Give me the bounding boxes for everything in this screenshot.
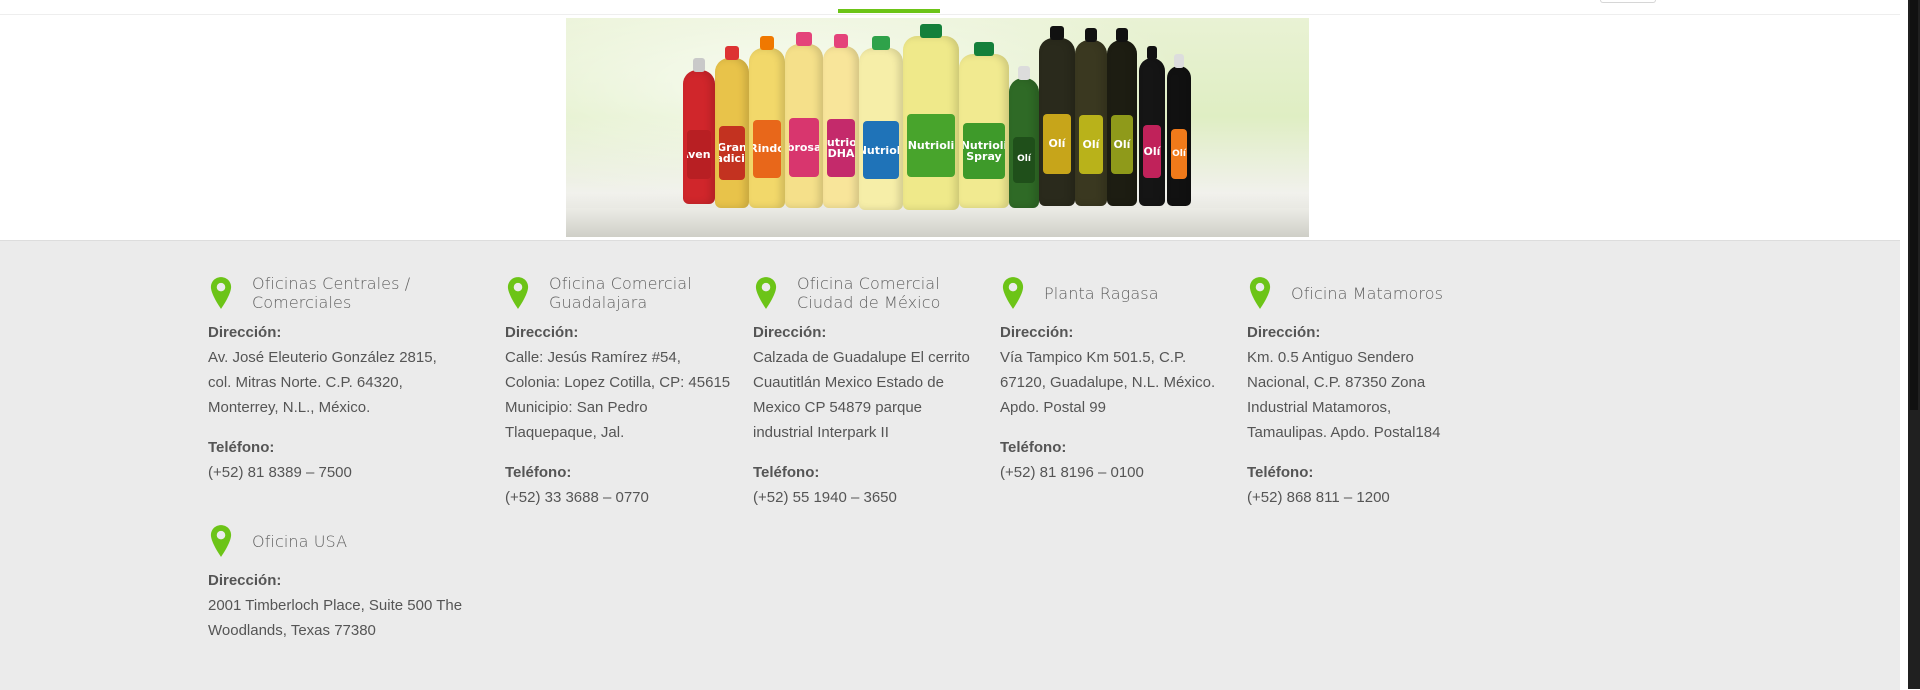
hero-shelf bbox=[566, 208, 1309, 237]
address-label: Dirección: bbox=[1000, 324, 1074, 341]
office-details: Dirección: 2001 Timberloch Place, Suite … bbox=[208, 568, 468, 643]
location-pin-icon bbox=[755, 277, 777, 309]
product-bottle: Sabrosano bbox=[785, 32, 823, 208]
phone-text: (+52) 81 8196 – 0100 bbox=[1000, 464, 1144, 481]
address-text: 2001 Timberloch Place, Suite 500 The Woo… bbox=[208, 597, 463, 639]
office-title: Oficina USA bbox=[252, 531, 348, 551]
header-button[interactable] bbox=[1600, 0, 1656, 3]
office-details: Dirección: Av. José Eleuterio González 2… bbox=[208, 320, 438, 485]
product-bottle: Olí bbox=[1107, 28, 1137, 206]
location-pin-icon bbox=[1249, 277, 1271, 309]
phone-label: Teléfono: bbox=[1000, 439, 1067, 456]
address-label: Dirección: bbox=[753, 324, 827, 341]
header-band: Avena Gran Tradición Rindo Sabrosano Nut… bbox=[0, 0, 1900, 240]
office-card: Planta Ragasa Dirección: Vía Tampico Km … bbox=[1000, 273, 1225, 485]
office-title: Oficina Comercial Guadalajara bbox=[549, 274, 692, 312]
product-bottle: Rindo bbox=[749, 36, 785, 208]
product-bottle: Olí bbox=[1167, 54, 1191, 206]
phone-label: Teléfono: bbox=[208, 439, 275, 456]
office-card: Oficina Comercial Ciudad de México Direc… bbox=[753, 273, 983, 510]
phone-text: (+52) 81 8389 – 7500 bbox=[208, 464, 352, 481]
office-details: Dirección: Calzada de Guadalupe El cerri… bbox=[753, 320, 983, 510]
location-pin-icon bbox=[210, 525, 232, 557]
product-bottle: Olí bbox=[1139, 46, 1165, 206]
phone-label: Teléfono: bbox=[1247, 464, 1314, 481]
phone-text: (+52) 868 811 – 1200 bbox=[1247, 489, 1390, 506]
office-title: Oficina Matamoros bbox=[1291, 283, 1444, 303]
product-bottle: Nutrioli DHA bbox=[823, 34, 859, 208]
address-text: Av. José Eleuterio González 2815, col. M… bbox=[208, 349, 437, 416]
address-text: Km. 0.5 Antiguo Sendero Nacional, C.P. 8… bbox=[1247, 349, 1441, 441]
product-bottle: Avena bbox=[683, 58, 715, 204]
product-bottle: Nutrioli Spray bbox=[959, 42, 1009, 208]
phone-text: (+52) 33 3688 – 0770 bbox=[505, 489, 649, 506]
product-bottle: Olí bbox=[1039, 26, 1075, 206]
nav-active-indicator bbox=[838, 9, 940, 13]
header-divider bbox=[0, 14, 1900, 15]
location-pin-icon bbox=[507, 277, 529, 309]
office-header: Oficina Comercial Guadalajara bbox=[505, 273, 735, 313]
phone-label: Teléfono: bbox=[505, 464, 572, 481]
hero-product-banner: Avena Gran Tradición Rindo Sabrosano Nut… bbox=[566, 18, 1309, 237]
office-header: Oficina Matamoros bbox=[1247, 273, 1457, 313]
phone-text: (+52) 55 1940 – 3650 bbox=[753, 489, 897, 506]
office-card: Oficinas Centrales / Comerciales Direcci… bbox=[208, 273, 438, 485]
office-header: Oficina Comercial Ciudad de México bbox=[753, 273, 983, 313]
office-details: Dirección: Km. 0.5 Antiguo Sendero Nacio… bbox=[1247, 320, 1457, 510]
address-label: Dirección: bbox=[208, 324, 282, 341]
address-label: Dirección: bbox=[1247, 324, 1321, 341]
address-label: Dirección: bbox=[208, 572, 282, 589]
page: Avena Gran Tradición Rindo Sabrosano Nut… bbox=[0, 0, 1900, 690]
office-title: Planta Ragasa bbox=[1044, 283, 1159, 303]
product-bottle: Olí bbox=[1075, 28, 1107, 206]
office-header: Oficinas Centrales / Comerciales bbox=[208, 273, 438, 313]
office-header: Oficina USA bbox=[208, 521, 468, 561]
product-bottle: Nutrioli bbox=[903, 24, 959, 210]
scrollbar-thumb[interactable] bbox=[1910, 0, 1918, 410]
office-header: Planta Ragasa bbox=[1000, 273, 1225, 313]
footer-offices: Oficinas Centrales / Comerciales Direcci… bbox=[0, 240, 1900, 690]
product-bottle: Nutrioli bbox=[859, 36, 903, 210]
address-label: Dirección: bbox=[505, 324, 579, 341]
address-text: Calzada de Guadalupe El cerrito Cuautitl… bbox=[753, 349, 970, 441]
office-details: Dirección: Vía Tampico Km 501.5, C.P. 67… bbox=[1000, 320, 1225, 485]
location-pin-icon bbox=[210, 277, 232, 309]
phone-label: Teléfono: bbox=[753, 464, 820, 481]
office-details: Dirección: Calle: Jesús Ramírez #54, Col… bbox=[505, 320, 735, 510]
address-text: Calle: Jesús Ramírez #54, Colonia: Lopez… bbox=[505, 349, 731, 441]
office-title: Oficina Comercial Ciudad de México bbox=[797, 274, 941, 312]
address-text: Vía Tampico Km 501.5, C.P. 67120, Guadal… bbox=[1000, 349, 1216, 416]
office-card: Oficina Comercial Guadalajara Dirección:… bbox=[505, 273, 735, 510]
office-card: Oficina Matamoros Dirección: Km. 0.5 Ant… bbox=[1247, 273, 1457, 510]
scrollbar-track-gap bbox=[1900, 0, 1908, 689]
office-card: Oficina USA Dirección: 2001 Timberloch P… bbox=[208, 521, 468, 643]
product-bottle: Olí bbox=[1009, 66, 1039, 208]
office-title: Oficinas Centrales / Comerciales bbox=[252, 274, 411, 312]
product-bottle: Gran Tradición bbox=[715, 46, 749, 208]
location-pin-icon bbox=[1002, 277, 1024, 309]
